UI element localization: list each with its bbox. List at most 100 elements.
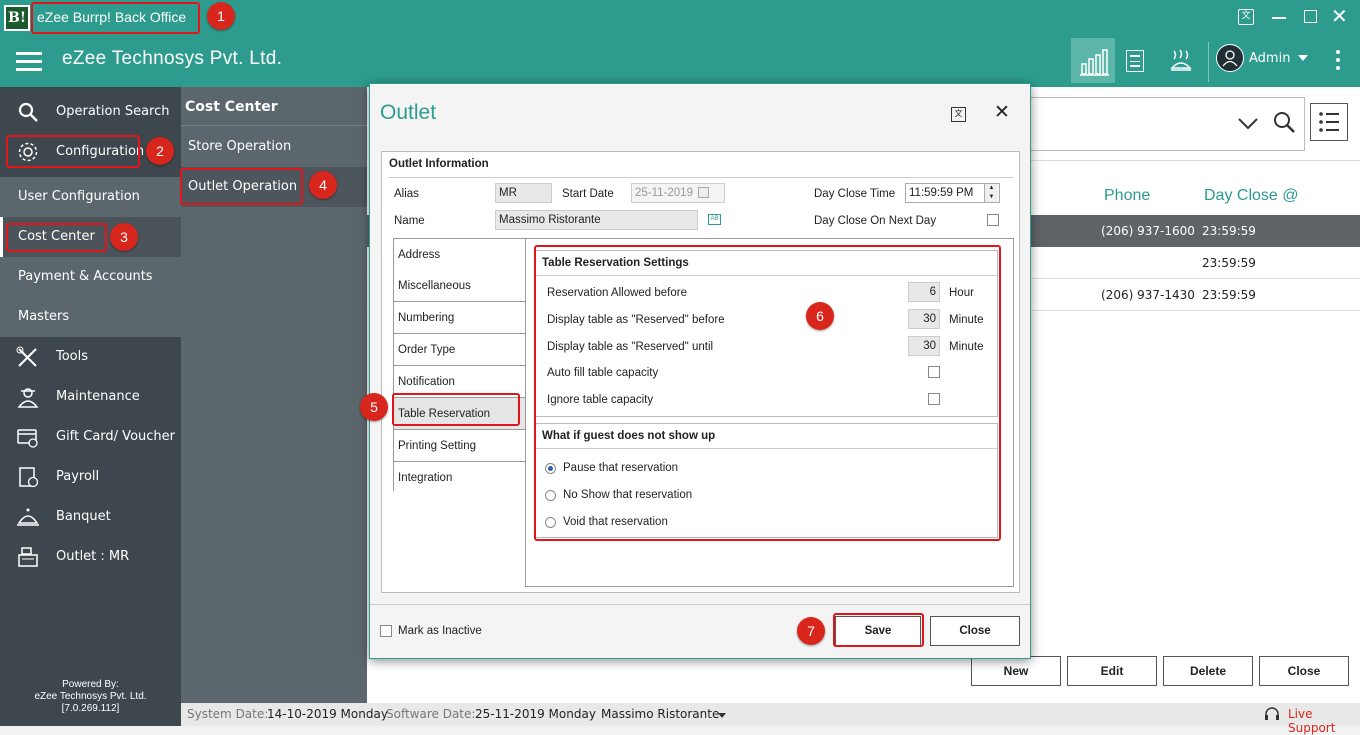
tab-integration[interactable]: Integration xyxy=(394,462,526,494)
column-header-day-close[interactable]: Day Close @ xyxy=(1204,187,1299,205)
tab-miscellaneous[interactable]: Miscellaneous xyxy=(394,270,526,302)
translate-icon[interactable]: 文 xyxy=(1238,9,1254,25)
phone-cell: (206) 937-1600 xyxy=(1101,224,1195,238)
sidebar-item-masters[interactable]: Masters xyxy=(0,297,181,337)
step-badge-3: 3 xyxy=(110,223,138,251)
phone-cell: (206) 937-1430 xyxy=(1101,288,1195,302)
tab-numbering[interactable]: Numbering xyxy=(394,302,526,334)
section-title: Outlet Information xyxy=(389,158,489,170)
calendar-icon[interactable] xyxy=(698,187,709,198)
kitchen-icon[interactable] xyxy=(1170,48,1192,72)
close-button[interactable]: Close xyxy=(930,616,1020,646)
user-name[interactable]: Admin xyxy=(1249,51,1290,66)
new-button[interactable]: New xyxy=(971,656,1061,686)
close-dialog-button[interactable]: ✕ xyxy=(994,101,1010,124)
sidebar-item-tools[interactable]: Tools xyxy=(0,337,181,377)
subnav-item-store-operation[interactable]: Store Operation xyxy=(181,127,367,167)
settings-tabs: Address Miscellaneous Numbering Order Ty… xyxy=(393,238,526,494)
cash-register-icon xyxy=(18,547,38,567)
sidebar-item-banquet[interactable]: Banquet xyxy=(0,497,181,537)
step-badge-7: 7 xyxy=(797,617,825,645)
banquet-cloche-icon xyxy=(17,508,39,526)
step-badge-1: 1 xyxy=(207,2,235,30)
sidebar-item-label: Tools xyxy=(56,349,89,364)
sidebar-item-label: Outlet : MR xyxy=(56,549,130,564)
name-field[interactable]: Massimo Ristorante xyxy=(495,210,698,230)
day-close-cell: 23:59:59 xyxy=(1202,288,1256,302)
delete-button[interactable]: Delete xyxy=(1163,656,1253,686)
minimize-button[interactable] xyxy=(1272,17,1286,19)
software-date: 25-11-2019 Monday xyxy=(475,707,596,721)
title-bar: B! eZee Burrp! Back Office 文 ✕ xyxy=(0,0,1360,36)
sidebar-item-label: Payroll xyxy=(56,469,100,484)
search-icon xyxy=(1274,112,1295,133)
highlight-reservation-settings xyxy=(534,245,1001,541)
filter-dropdown[interactable] xyxy=(1029,97,1305,151)
column-header-phone[interactable]: Phone xyxy=(1104,187,1150,205)
company-name: eZee Technosys Pvt. Ltd. xyxy=(62,48,283,69)
outlet-selector[interactable]: Massimo Ristorante xyxy=(601,707,719,721)
highlight-table-reservation-tab xyxy=(392,393,520,426)
subnav-title: Cost Center xyxy=(185,99,278,115)
sidebar-item-gift-card[interactable]: Gift Card/ Voucher xyxy=(0,417,181,457)
sidebar-item-payroll[interactable]: Payroll xyxy=(0,457,181,497)
more-options-icon[interactable] xyxy=(1336,50,1340,70)
highlight-outlet-operation xyxy=(180,168,303,205)
sidebar-item-operation-search[interactable]: Operation Search xyxy=(0,92,181,132)
bar-chart-icon xyxy=(1080,49,1109,76)
headset-icon xyxy=(1265,707,1279,720)
day-close-next-label: Day Close On Next Day xyxy=(814,215,937,227)
step-badge-5: 5 xyxy=(360,393,388,421)
day-close-time-field[interactable]: 11:59:59 PM ▲ ▼ xyxy=(905,183,1000,203)
sidebar: Operation Search Configuration User Conf… xyxy=(0,87,181,726)
spinner-icon[interactable]: ▲ ▼ xyxy=(984,184,998,202)
tab-order-type[interactable]: Order Type xyxy=(394,334,526,366)
mark-inactive-checkbox[interactable] xyxy=(380,625,392,637)
search-icon xyxy=(18,102,38,122)
payroll-icon xyxy=(19,467,39,488)
step-badge-4: 4 xyxy=(309,171,337,199)
highlight-save-button xyxy=(833,613,924,647)
software-date-label: Software Date: xyxy=(386,707,476,721)
highlight-cost-center xyxy=(6,223,107,252)
app-header: eZee Technosys Pvt. Ltd. Admin xyxy=(0,36,1360,87)
translate-icon[interactable]: 文 xyxy=(951,107,966,122)
start-date-field[interactable]: 25-11-2019 xyxy=(631,183,725,203)
list-view-button[interactable] xyxy=(1310,103,1348,141)
tab-printing-setting[interactable]: Printing Setting xyxy=(394,430,526,462)
highlight-app-title xyxy=(31,2,200,34)
tools-icon xyxy=(16,346,37,367)
sidebar-item-payment-accounts[interactable]: Payment & Accounts xyxy=(0,257,181,297)
sidebar-item-label: Gift Card/ Voucher xyxy=(56,429,175,444)
day-close-next-checkbox[interactable] xyxy=(987,214,999,226)
sidebar-item-outlet[interactable]: Outlet : MR xyxy=(0,537,181,577)
reports-chart-button[interactable] xyxy=(1071,38,1115,83)
close-list-button[interactable]: Close xyxy=(1259,656,1349,686)
sidebar-item-label: Maintenance xyxy=(56,389,140,404)
chevron-down-icon[interactable] xyxy=(718,713,726,718)
user-avatar-icon[interactable] xyxy=(1216,44,1244,72)
app-logo: B! xyxy=(4,5,30,31)
system-date-label: System Date: xyxy=(187,707,269,721)
sidebar-item-user-configuration[interactable]: User Configuration xyxy=(0,177,181,217)
live-support-link[interactable]: Live Support xyxy=(1288,707,1360,735)
day-close-cell: 23:59:59 xyxy=(1202,256,1256,270)
dialog-title: Outlet xyxy=(380,101,437,124)
sidebar-item-maintenance[interactable]: Maintenance xyxy=(0,377,181,417)
keyboard-icon[interactable]: AB xyxy=(708,214,721,225)
close-window-button[interactable]: ✕ xyxy=(1331,4,1348,28)
maintenance-worker-icon xyxy=(17,388,39,408)
alias-label: Alias xyxy=(394,188,419,200)
documents-icon[interactable] xyxy=(1126,50,1144,72)
tab-address[interactable]: Address xyxy=(394,239,526,271)
step-badge-6: 6 xyxy=(806,302,834,330)
hamburger-menu-icon[interactable] xyxy=(16,52,42,72)
maximize-button[interactable] xyxy=(1304,10,1317,23)
sidebar-item-label: Banquet xyxy=(56,509,111,524)
alias-field[interactable]: MR xyxy=(495,183,552,203)
sidebar-item-label: Operation Search xyxy=(56,104,170,119)
status-bar: System Date: 14-10-2019 Monday Software … xyxy=(181,703,1360,735)
chevron-down-icon[interactable] xyxy=(1298,55,1308,61)
start-date-label: Start Date xyxy=(562,188,614,200)
edit-button[interactable]: Edit xyxy=(1067,656,1157,686)
